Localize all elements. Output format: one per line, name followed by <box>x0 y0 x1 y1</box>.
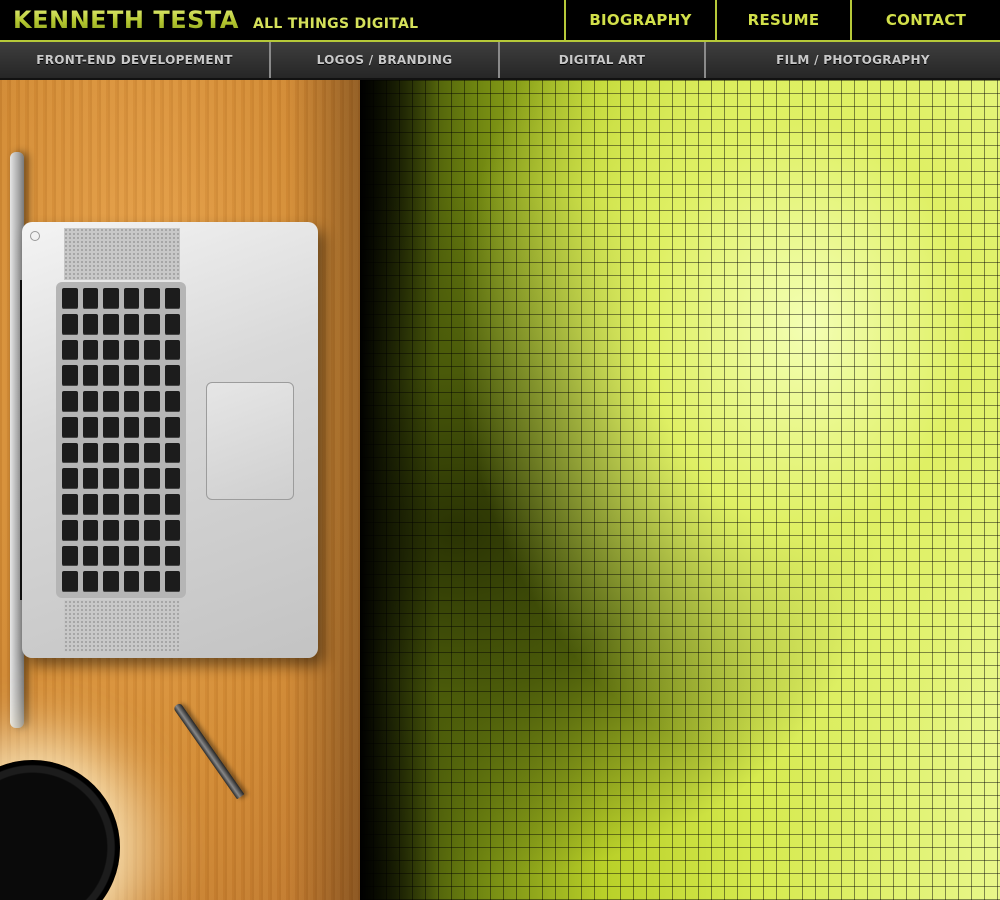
nav-digital-art[interactable]: DIGITAL ART <box>500 42 706 78</box>
mosaic-shadow <box>360 80 440 900</box>
keyboard-image <box>56 282 186 598</box>
trackpad-image <box>206 382 294 500</box>
nav-front-end-development[interactable]: FRONT-END DEVELOPEMENT <box>0 42 271 78</box>
nav-biography[interactable]: BIOGRAPHY <box>564 0 715 40</box>
site-logo[interactable]: KENNETH TESTA ALL THINGS DIGITAL <box>13 6 418 36</box>
site-tagline: ALL THINGS DIGITAL <box>253 16 419 32</box>
site-name: KENNETH TESTA <box>13 6 240 34</box>
laptop-image <box>22 222 318 658</box>
green-mosaic-portrait <box>360 80 1000 900</box>
power-button-icon <box>30 231 40 241</box>
nav-logos-branding[interactable]: LOGOS / BRANDING <box>271 42 500 78</box>
nav-contact[interactable]: CONTACT <box>850 0 1000 40</box>
primary-nav: BIOGRAPHY RESUME CONTACT <box>564 0 1000 42</box>
speaker-grille-bottom <box>64 600 180 652</box>
nav-film-photography[interactable]: FILM / PHOTOGRAPHY <box>706 42 1000 78</box>
category-nav: FRONT-END DEVELOPEMENT LOGOS / BRANDING … <box>0 42 1000 80</box>
top-header-bar: KENNETH TESTA ALL THINGS DIGITAL BIOGRAP… <box>0 0 1000 42</box>
nav-resume[interactable]: RESUME <box>715 0 850 40</box>
hero-image <box>0 80 1000 900</box>
speaker-grille-top <box>64 228 180 280</box>
